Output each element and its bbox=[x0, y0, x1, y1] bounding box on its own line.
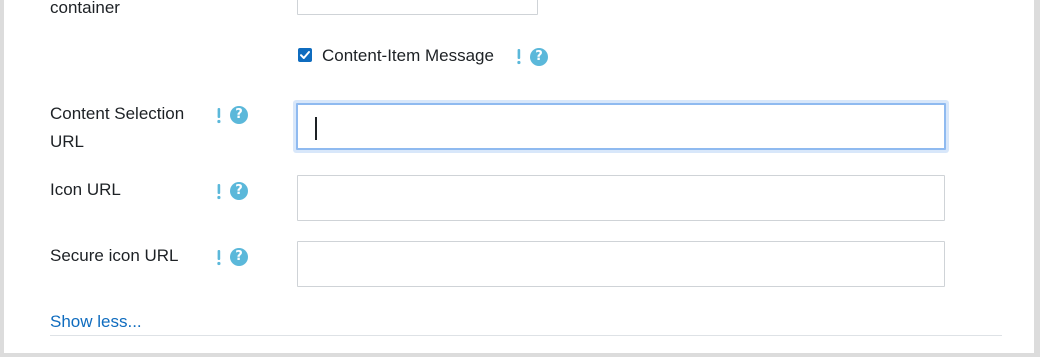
exclamation-icon bbox=[217, 250, 221, 266]
icon-url-input[interactable] bbox=[297, 175, 945, 221]
section-divider bbox=[50, 335, 1002, 336]
exclamation-icon bbox=[517, 49, 521, 65]
exclamation-icon bbox=[217, 108, 221, 124]
content-item-message-checkbox[interactable] bbox=[298, 48, 312, 62]
icon-url-label: Icon URL bbox=[50, 180, 121, 199]
help-icon[interactable]: ? bbox=[230, 182, 248, 200]
content-selection-url-label: Content Selection URL bbox=[50, 100, 184, 156]
help-icon[interactable]: ? bbox=[230, 106, 248, 124]
content-selection-url-label-line1: Content Selection bbox=[50, 104, 185, 123]
checkmark-icon bbox=[300, 51, 310, 59]
text-caret bbox=[315, 117, 317, 140]
help-icon[interactable]: ? bbox=[230, 248, 248, 266]
help-icon[interactable]: ? bbox=[530, 48, 548, 66]
content-selection-url-input[interactable] bbox=[296, 103, 946, 150]
container-select[interactable] bbox=[297, 0, 538, 15]
content-item-message-label: Content-Item Message bbox=[322, 46, 494, 65]
secure-icon-url-label: Secure icon URL bbox=[50, 246, 179, 265]
container-label: container bbox=[50, 0, 120, 17]
form-panel: container Content-Item Message ? Content… bbox=[0, 0, 1040, 357]
content-selection-url-label-line2: URL bbox=[50, 132, 85, 151]
exclamation-icon bbox=[217, 184, 221, 200]
show-less-link[interactable]: Show less... bbox=[50, 310, 142, 334]
secure-icon-url-input[interactable] bbox=[297, 241, 945, 287]
